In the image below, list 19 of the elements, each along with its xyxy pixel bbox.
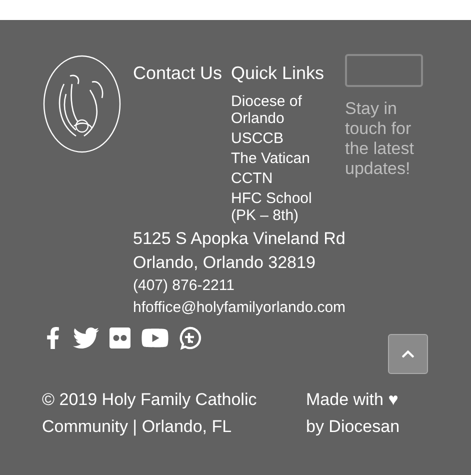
email-address: hfoffice@holyfamilyorlando.com — [133, 298, 347, 318]
back-to-top-button[interactable] — [388, 334, 428, 374]
credit-text: Made with ♥ by Diocesan — [306, 389, 401, 438]
speech-bubble-icon — [178, 326, 202, 350]
flickr-icon — [108, 326, 132, 350]
contact-heading: Contact Us — [132, 62, 224, 85]
quick-link[interactable]: USCCB — [231, 130, 335, 147]
quick-link[interactable]: HFC School (PK – 8th) — [231, 190, 335, 224]
copyright-text: © 2019 Holy Family Catholic Community | Orlando, FL — [42, 389, 258, 438]
quick-links-heading: Quick Links — [231, 62, 326, 84]
quick-link[interactable]: CCTN — [231, 170, 335, 187]
newsletter-message: Stay in touch for the latest updates! — [345, 99, 415, 179]
quick-link[interactable]: Diocese of Orlando — [231, 93, 335, 127]
phone-number: (407) 876-2211 — [133, 276, 236, 296]
address-line: Orlando, Orlando 32819 — [133, 252, 316, 274]
newsletter-input[interactable] — [345, 54, 423, 87]
address-line: 5125 S Apopka Vineland Rd — [133, 228, 346, 250]
quick-link[interactable]: The Vatican — [231, 150, 335, 167]
twitter-icon — [73, 325, 99, 351]
